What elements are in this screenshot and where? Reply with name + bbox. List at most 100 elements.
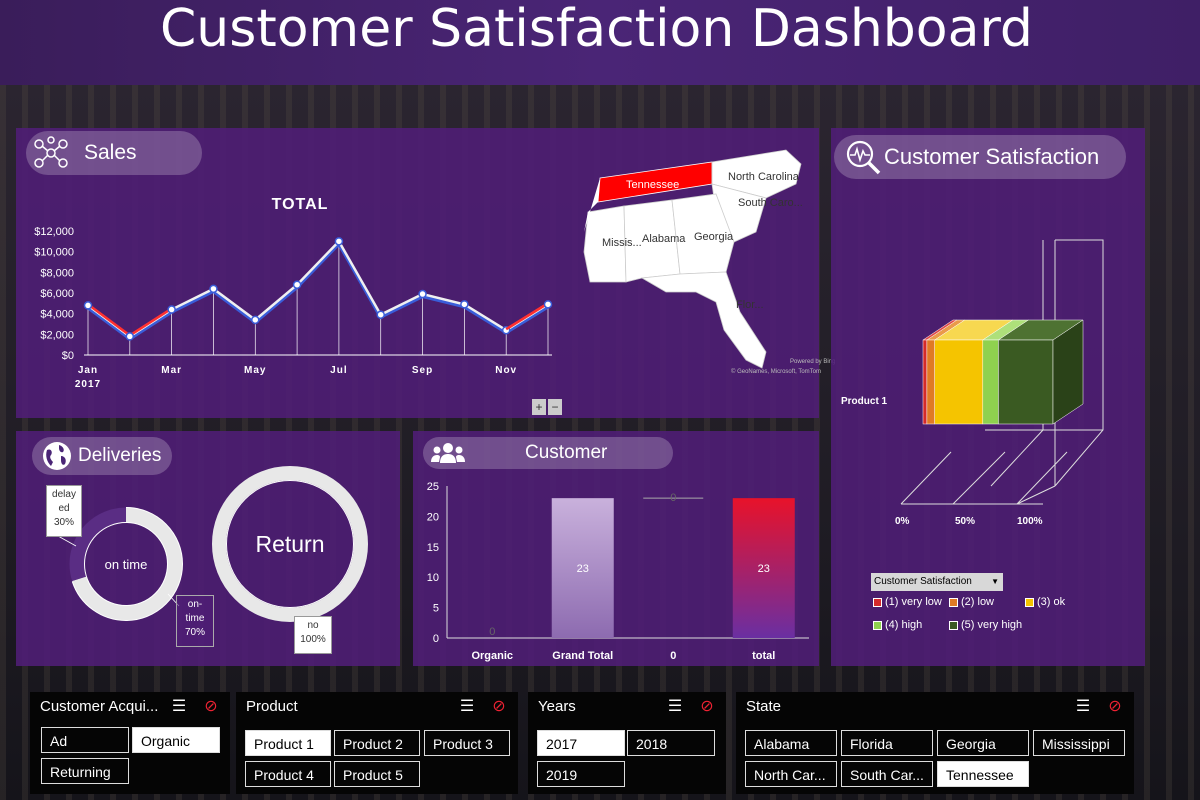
- map-label-alabama: Alabama: [642, 233, 686, 245]
- sales-data-point[interactable]: [125, 332, 135, 341]
- people-group-icon: [427, 432, 469, 474]
- slicer-button-state[interactable]: Tennessee: [937, 761, 1029, 787]
- sales-data-point[interactable]: [167, 305, 176, 314]
- sales-panel: Sales TOTAL $0 $2,000 $4,000 $6,000 $8,000 $1…: [16, 128, 835, 418]
- state-slicer: State ☰ ⊘ Alabama Florida Georgia Mississip…: [736, 692, 1134, 794]
- slicer-button-product[interactable]: Product 3: [424, 730, 510, 756]
- sales-series-accent: [87, 303, 131, 337]
- sales-x-tick: Nov: [495, 365, 517, 376]
- satisfaction-bar-segment[interactable]: [926, 339, 935, 425]
- legend-item[interactable]: (5) very high: [949, 619, 1022, 631]
- sales-x-tick: May: [244, 365, 266, 376]
- sales-x-year-label: 2017: [75, 379, 101, 390]
- sales-data-point[interactable]: [543, 300, 553, 309]
- product-slicer: Product ☰ ⊘ Product 1 Product 2 Product 3P…: [236, 692, 518, 794]
- customer-x-tick: Organic: [471, 650, 513, 662]
- legend-swatch: [1025, 597, 1034, 607]
- clear-filter-icon[interactable]: ⊘: [696, 696, 718, 716]
- sales-y-tick: $12,000: [34, 226, 74, 238]
- multi-select-icon[interactable]: ☰: [456, 696, 478, 716]
- slicer-button-product[interactable]: Product 1: [245, 730, 331, 756]
- deliveries-header-label: Deliveries: [78, 445, 162, 466]
- legend-swatch: [873, 620, 882, 630]
- satisfaction-dropdown[interactable]: Customer Satisfaction ▼: [871, 573, 1003, 591]
- dashboard-title: Customer Satisfaction Dashboard: [160, 0, 1033, 59]
- multi-select-icon[interactable]: ☰: [1072, 696, 1094, 716]
- return-callout: no 100%: [294, 616, 332, 654]
- slicer-button-state[interactable]: Alabama: [745, 730, 837, 756]
- sales-data-point[interactable]: [376, 310, 385, 319]
- legend-item[interactable]: (4) high: [873, 619, 922, 631]
- sales-y-tick: $0: [62, 350, 74, 362]
- slicer-button-state[interactable]: Georgia: [937, 730, 1029, 756]
- customer-data-label: 23: [758, 563, 770, 575]
- sales-data-point[interactable]: [334, 237, 344, 246]
- map-state-florida[interactable]: [640, 271, 767, 369]
- satisfaction-bar-segment[interactable]: [998, 339, 1054, 425]
- customer-header: Customer: [423, 437, 673, 469]
- satisfaction-panel: Customer Satisfaction Product 1 0% 50% 1…: [831, 128, 1145, 666]
- customer-y-tick: 10: [427, 572, 439, 584]
- customer-data-label: 0: [670, 492, 676, 504]
- years-slicer-title: Years: [538, 698, 576, 715]
- slicer-button-acquisition[interactable]: Ad: [41, 727, 129, 753]
- sales-y-tick: $2,000: [40, 329, 74, 341]
- map-label-florida: Flor...: [736, 299, 764, 311]
- satisfaction-x-tick-50: 50%: [955, 516, 975, 527]
- slicer-button-state[interactable]: North Car...: [745, 761, 837, 787]
- years-slicer: Years ☰ ⊘ 2017 2018 2019: [528, 692, 726, 794]
- sales-x-tick: Jul: [330, 365, 347, 376]
- sales-data-point[interactable]: [209, 284, 218, 294]
- customer-data-label: 23: [577, 563, 589, 575]
- state-map[interactable]: Tennessee North Carolina South Caro... M…: [576, 142, 836, 382]
- slicer-button-product[interactable]: Product 4: [245, 761, 331, 787]
- legend-label: (3) ok: [1037, 596, 1066, 608]
- slicer-button-product[interactable]: Product 5: [334, 761, 420, 787]
- slicer-button-acquisition[interactable]: Organic: [132, 727, 220, 753]
- customer-data-label: 0: [489, 626, 495, 638]
- map-label-georgia: Georgia: [694, 231, 734, 243]
- satisfaction-x-tick-100: 100%: [1017, 516, 1043, 527]
- sales-data-point[interactable]: [251, 315, 260, 325]
- slicer-button-years[interactable]: 2017: [537, 730, 625, 756]
- zoom-out-button[interactable]: −: [548, 399, 562, 415]
- customer-bar-chart: 25 20 15 10 5 0 0 Organic 23 Grand Total 0 0 23 total: [427, 481, 809, 662]
- sales-data-point[interactable]: [83, 301, 93, 310]
- slicer-button-state[interactable]: Florida: [841, 730, 933, 756]
- clear-filter-icon[interactable]: ⊘: [488, 696, 510, 716]
- magnifier-pulse-icon: [842, 136, 884, 178]
- satisfaction-dropdown-label: Customer Satisfaction: [874, 576, 972, 587]
- legend-item[interactable]: (1) very low: [873, 596, 942, 608]
- satisfaction-header: Customer Satisfaction: [834, 135, 1126, 179]
- chevron-down-icon: ▼: [991, 577, 999, 586]
- multi-select-icon[interactable]: ☰: [168, 696, 190, 716]
- map-label-north-carolina: North Carolina: [728, 171, 800, 183]
- zoom-in-button[interactable]: +: [532, 399, 546, 415]
- slicer-button-state[interactable]: South Car...: [841, 761, 933, 787]
- satisfaction-bar-segment[interactable]: [934, 339, 984, 425]
- legend-label: (1) very low: [885, 596, 942, 608]
- legend-item[interactable]: (3) ok: [1025, 596, 1065, 608]
- map-label-mississippi: Missis...: [602, 237, 642, 249]
- slicer-button-state[interactable]: Mississippi: [1033, 730, 1125, 756]
- legend-item[interactable]: (2) low: [949, 596, 994, 608]
- slicer-button-product[interactable]: Product 2: [334, 730, 420, 756]
- customer-panel: Customer 25 20 15 10 5 0 0 Organic 23 Grand Total…: [413, 431, 819, 666]
- satisfaction-bar-segment[interactable]: [922, 339, 928, 425]
- satisfaction-legend: (1) very low (2) low (3) ok (4) high (5) ver…: [873, 596, 1143, 646]
- satisfaction-bar-segment[interactable]: [982, 339, 999, 425]
- acquisition-slicer: Customer Acqui... ☰ ⊘ Ad Organic Returning: [30, 692, 230, 794]
- sales-data-point[interactable]: [292, 280, 302, 289]
- clear-filter-icon[interactable]: ⊘: [1104, 696, 1126, 716]
- sales-header-label: Sales: [84, 141, 137, 164]
- slicer-button-acquisition[interactable]: Returning: [41, 758, 129, 784]
- sales-data-point[interactable]: [418, 289, 427, 299]
- customer-x-tick: 0: [670, 650, 676, 662]
- map-label-tennessee: Tennessee: [626, 179, 679, 191]
- sales-y-tick: $6,000: [40, 288, 74, 300]
- slicer-button-years[interactable]: 2019: [537, 761, 625, 787]
- clear-filter-icon[interactable]: ⊘: [200, 696, 222, 716]
- slicer-button-years[interactable]: 2018: [627, 730, 715, 756]
- multi-select-icon[interactable]: ☰: [664, 696, 686, 716]
- sales-data-point[interactable]: [460, 300, 469, 309]
